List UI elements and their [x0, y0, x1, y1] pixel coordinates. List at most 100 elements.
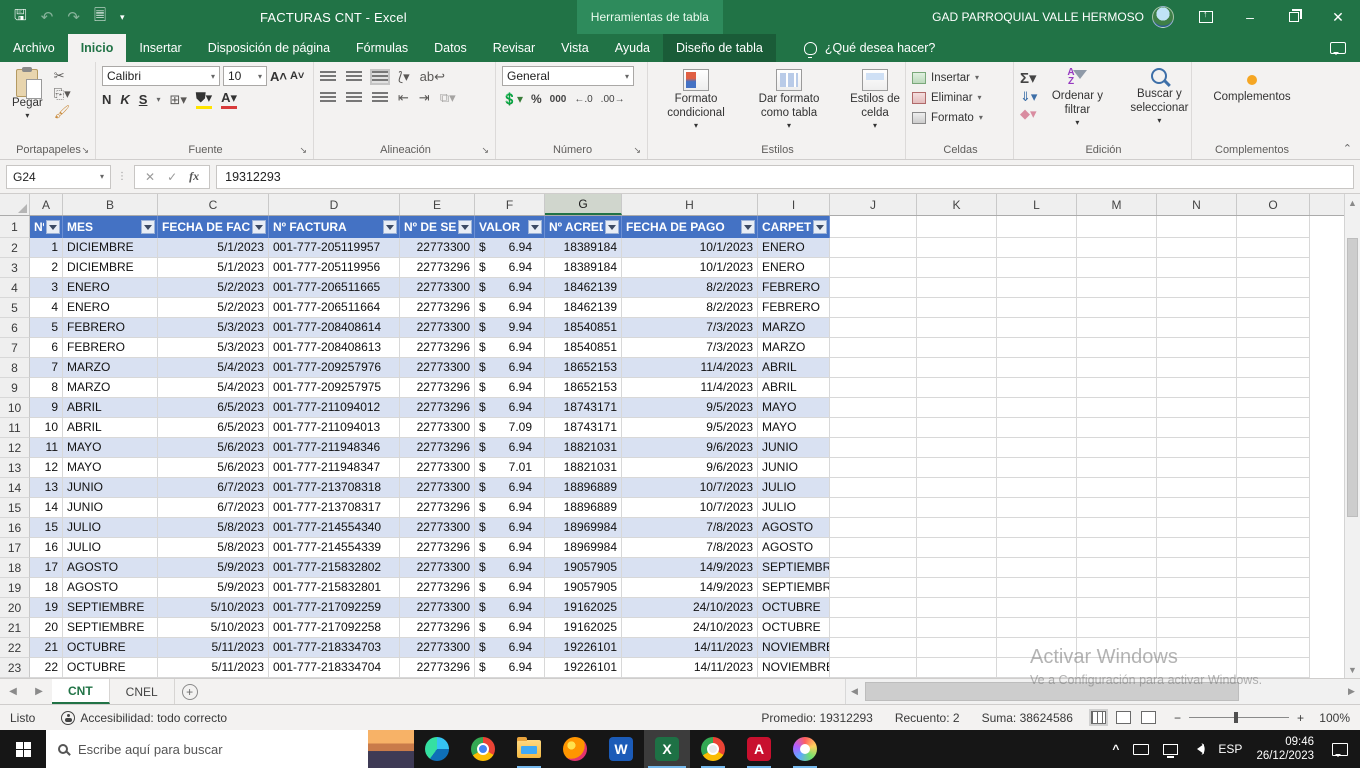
align-bottom-icon[interactable] [372, 71, 388, 83]
empty-cell[interactable] [997, 358, 1077, 378]
normal-view-icon[interactable] [1091, 711, 1106, 724]
table-header-2[interactable]: MES [63, 216, 158, 238]
column-header-A[interactable]: A [30, 194, 63, 215]
font-dialog-launcher[interactable]: ↘ [299, 145, 307, 156]
sheet-tab-cnel[interactable]: CNEL [110, 679, 175, 704]
empty-cell[interactable] [917, 358, 997, 378]
empty-cell[interactable] [1237, 216, 1310, 238]
tab-vista[interactable]: Vista [548, 34, 602, 62]
row-header-6[interactable]: 6 [0, 318, 30, 338]
format-as-table-button[interactable]: Dar formato como tabla▾ [743, 66, 835, 141]
empty-cell[interactable] [1077, 638, 1157, 658]
cell-H7[interactable]: 7/3/2023 [622, 338, 758, 358]
cell-D4[interactable]: 001-777-206511665 [269, 278, 400, 298]
empty-cell[interactable] [1237, 538, 1310, 558]
cell-F7[interactable]: $6.94 [475, 338, 545, 358]
cell-A3[interactable]: 2 [30, 258, 63, 278]
decrease-decimal-icon[interactable]: .00→ [601, 94, 625, 105]
scroll-up-icon[interactable]: ▲ [1345, 194, 1360, 211]
cell-E14[interactable]: 22773300 [400, 478, 475, 498]
empty-cell[interactable] [1077, 658, 1157, 678]
filter-dropdown-icon[interactable] [252, 220, 266, 234]
cell-D22[interactable]: 001-777-218334703 [269, 638, 400, 658]
cell-H14[interactable]: 10/7/2023 [622, 478, 758, 498]
cell-B4[interactable]: ENERO [63, 278, 158, 298]
empty-cell[interactable] [1157, 518, 1237, 538]
cell-F4[interactable]: $6.94 [475, 278, 545, 298]
formula-input[interactable]: 19312293 [216, 165, 1354, 189]
cell-D16[interactable]: 001-777-214554340 [269, 518, 400, 538]
cell-A5[interactable]: 4 [30, 298, 63, 318]
cell-D17[interactable]: 001-777-214554339 [269, 538, 400, 558]
empty-cell[interactable] [917, 318, 997, 338]
orientation-icon[interactable]: ⟅▾ [398, 70, 410, 84]
cell-G5[interactable]: 18462139 [545, 298, 622, 318]
sheet-tab-cnt[interactable]: CNT [52, 679, 110, 704]
filter-dropdown-icon[interactable] [741, 220, 755, 234]
cell-B7[interactable]: FEBRERO [63, 338, 158, 358]
cell-H15[interactable]: 10/7/2023 [622, 498, 758, 518]
cell-C22[interactable]: 5/11/2023 [158, 638, 269, 658]
empty-cell[interactable] [1077, 238, 1157, 258]
empty-cell[interactable] [917, 258, 997, 278]
cell-B23[interactable]: OCTUBRE [63, 658, 158, 678]
column-header-F[interactable]: F [475, 194, 545, 215]
zoom-out-icon[interactable]: − [1174, 711, 1181, 725]
cell-A16[interactable]: 15 [30, 518, 63, 538]
filter-dropdown-icon[interactable] [528, 220, 542, 234]
network-icon[interactable] [1163, 744, 1178, 755]
empty-cell[interactable] [997, 638, 1077, 658]
copy-icon[interactable]: ⎘▾ [54, 87, 71, 101]
empty-cell[interactable] [997, 578, 1077, 598]
cell-D20[interactable]: 001-777-217092259 [269, 598, 400, 618]
taskbar-excel[interactable]: X [644, 730, 690, 768]
empty-cell[interactable] [1077, 558, 1157, 578]
cell-C6[interactable]: 5/3/2023 [158, 318, 269, 338]
tab-datos[interactable]: Datos [421, 34, 480, 62]
empty-cell[interactable] [1077, 478, 1157, 498]
cell-G20[interactable]: 19162025 [545, 598, 622, 618]
cell-B20[interactable]: SEPTIEMBRE [63, 598, 158, 618]
empty-cell[interactable] [1237, 458, 1310, 478]
empty-cell[interactable] [1237, 658, 1310, 678]
cell-A2[interactable]: 1 [30, 238, 63, 258]
cell-H5[interactable]: 8/2/2023 [622, 298, 758, 318]
cell-A13[interactable]: 12 [30, 458, 63, 478]
cell-H6[interactable]: 7/3/2023 [622, 318, 758, 338]
insert-cells-button[interactable]: Insertar▾ [912, 68, 1009, 87]
empty-cell[interactable] [1157, 458, 1237, 478]
tab-disposicion[interactable]: Disposición de página [195, 34, 343, 62]
empty-cell[interactable] [997, 478, 1077, 498]
empty-cell[interactable] [997, 338, 1077, 358]
cell-B5[interactable]: ENERO [63, 298, 158, 318]
alignment-dialog-launcher[interactable]: ↘ [481, 145, 489, 156]
column-header-J[interactable]: J [830, 194, 917, 215]
account-area[interactable]: GAD PARROQUIAL VALLE HERMOSO [922, 6, 1184, 28]
align-right-icon[interactable] [372, 92, 388, 104]
cell-D13[interactable]: 001-777-211948347 [269, 458, 400, 478]
cell-H18[interactable]: 14/9/2023 [622, 558, 758, 578]
column-header-H[interactable]: H [622, 194, 758, 215]
autosum-icon[interactable]: Σ▾ [1020, 69, 1037, 87]
save-icon[interactable]: 🖫 [14, 5, 27, 30]
empty-cell[interactable] [997, 378, 1077, 398]
cell-B11[interactable]: ABRIL [63, 418, 158, 438]
cell-C9[interactable]: 5/4/2023 [158, 378, 269, 398]
empty-cell[interactable] [830, 318, 917, 338]
empty-cell[interactable] [1157, 638, 1237, 658]
percent-icon[interactable]: % [531, 92, 542, 106]
cell-B15[interactable]: JUNIO [63, 498, 158, 518]
empty-cell[interactable] [1077, 216, 1157, 238]
comma-style-icon[interactable]: 000 [550, 94, 567, 105]
fill-icon[interactable]: ⇓▾ [1020, 90, 1037, 104]
row-header-10[interactable]: 10 [0, 398, 30, 418]
empty-cell[interactable] [830, 618, 917, 638]
cell-I12[interactable]: JUNIO [758, 438, 830, 458]
cell-G12[interactable]: 18821031 [545, 438, 622, 458]
cell-A10[interactable]: 9 [30, 398, 63, 418]
scroll-left-icon[interactable]: ◀ [846, 686, 863, 697]
cell-H8[interactable]: 11/4/2023 [622, 358, 758, 378]
empty-cell[interactable] [1157, 418, 1237, 438]
taskbar-acrobat[interactable]: A [736, 730, 782, 768]
row-header-5[interactable]: 5 [0, 298, 30, 318]
